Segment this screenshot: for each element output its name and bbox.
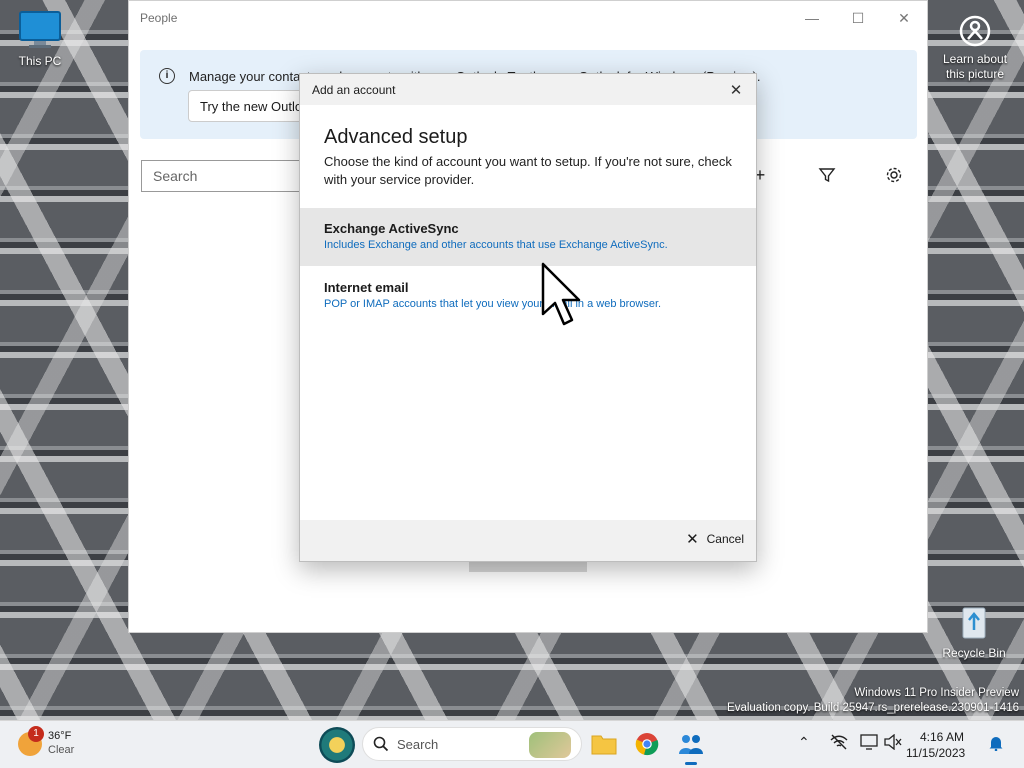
option-title: Internet email [324, 280, 409, 295]
clock-time: 4:16 AM [919, 730, 964, 744]
weather-condition: Clear [48, 744, 75, 756]
dialog-heading: Advanced setup [324, 126, 468, 148]
taskbar-search-label: Search [397, 736, 439, 752]
weather-sun-icon: 1 [18, 726, 44, 756]
settings-gear-icon[interactable] [881, 162, 907, 188]
close-icon[interactable]: ✕ [881, 1, 927, 35]
volume-muted-icon[interactable] [884, 734, 902, 750]
people-app-icon[interactable] [676, 729, 706, 765]
start-button[interactable] [319, 727, 355, 763]
monitor-icon [19, 11, 61, 48]
desktop-icon-label: This PC [18, 54, 62, 68]
display-icon[interactable] [860, 734, 878, 750]
watermark-line: Windows 11 Pro Insider Preview [854, 687, 1019, 699]
dialog-description: Choose the kind of account you want to s… [324, 154, 732, 187]
network-off-icon[interactable] [830, 734, 848, 750]
option-exchange-activesync[interactable]: Exchange ActiveSync Includes Exchange an… [300, 208, 756, 266]
filter-icon[interactable] [814, 162, 840, 188]
chrome-icon[interactable] [632, 729, 662, 759]
option-title: Exchange ActiveSync [324, 221, 459, 236]
search-highlight-image [529, 732, 571, 758]
option-subtitle: POP or IMAP accounts that let you view y… [324, 298, 662, 310]
maximize-icon[interactable]: ☐ [835, 1, 881, 35]
weather-widget[interactable]: 1 36°F Clear [18, 726, 74, 757]
build-watermark: Windows 11 Pro Insider Preview Evaluatio… [727, 686, 1019, 716]
desktop-icon-recycle-bin[interactable]: Recycle Bin [934, 604, 1014, 660]
dialog-footer: ✕ Cancel [300, 520, 756, 561]
cancel-x-icon: ✕ [686, 531, 699, 548]
notification-bell-icon[interactable] [988, 735, 1004, 751]
dialog-title: Add an account [300, 74, 756, 105]
watermark-line: Evaluation copy. Build 25947.rs_prerelea… [727, 702, 1019, 714]
option-subtitle: Includes Exchange and other accounts tha… [324, 239, 668, 251]
recycle-bin-icon [962, 607, 986, 639]
add-account-dialog: Add an account ✕ Advanced setup Choose t… [299, 73, 757, 562]
notification-badge: 1 [28, 726, 44, 742]
option-internet-email[interactable]: Internet email POP or IMAP accounts that… [300, 267, 756, 325]
taskbar: 1 36°F Clear Search ⌃ 4:16 AM 11/15/2023 [0, 720, 1024, 768]
taskbar-search[interactable]: Search [362, 727, 582, 761]
cancel-label: Cancel [706, 532, 744, 546]
chevron-up-icon[interactable]: ⌃ [798, 734, 810, 751]
mouse-cursor-icon [541, 262, 581, 326]
cancel-button[interactable]: ✕ Cancel [686, 530, 744, 548]
search-placeholder: Search [153, 168, 198, 184]
system-clock[interactable]: 4:16 AM 11/15/2023 [906, 729, 966, 761]
weather-temperature: 36°F [48, 730, 72, 742]
clock-date: 11/15/2023 [906, 746, 966, 760]
info-icon: i [159, 68, 175, 84]
camera-info-icon [959, 15, 991, 47]
dialog-close-icon[interactable]: ✕ [724, 78, 748, 102]
desktop-icon-this-pc[interactable]: This PC [0, 10, 80, 68]
minimize-icon[interactable]: — [789, 1, 835, 35]
file-explorer-icon[interactable] [589, 729, 619, 759]
desktop-icon-learn-about-picture[interactable]: Learn about this picture [935, 14, 1015, 82]
window-controls: — ☐ ✕ [789, 1, 927, 35]
desktop-icon-label: Learn about this picture [942, 52, 1008, 81]
desktop-icon-label: Recycle Bin [942, 646, 1006, 660]
weather-text: 36°F Clear [48, 729, 74, 757]
search-icon [373, 736, 389, 752]
